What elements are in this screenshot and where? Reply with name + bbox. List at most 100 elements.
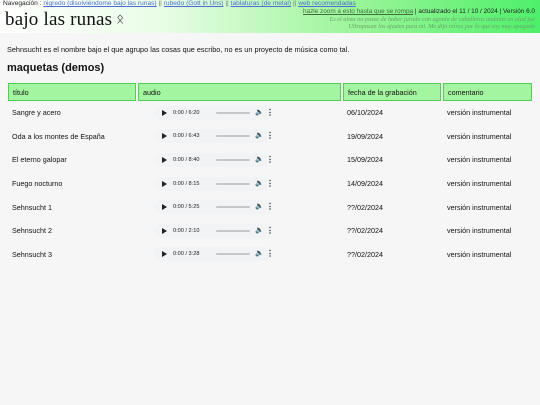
play-icon[interactable] xyxy=(162,109,167,116)
zoom-link[interactable]: hazle zoom a esto hasta que se rompa xyxy=(303,8,413,15)
volume-icon[interactable]: 🔈 xyxy=(255,180,264,188)
nav-link-nigredo[interactable]: nigredo (disolviéndome bajo las runas) xyxy=(43,0,156,7)
volume-icon[interactable]: 🔈 xyxy=(255,227,264,235)
audio-cell: 0:00 / 8:15 🔈 ⋮ xyxy=(138,172,341,196)
audio-cell: 0:00 / 6:43 🔈 ⋮ xyxy=(138,125,341,149)
audio-player[interactable]: 0:00 / 6:43 🔈 ⋮ xyxy=(154,129,274,144)
play-icon[interactable] xyxy=(162,156,167,163)
audio-progress-bar[interactable] xyxy=(216,158,250,161)
audio-cell: 0:00 / 8:40 🔈 ⋮ xyxy=(138,148,341,172)
song-title: Fuego nocturno xyxy=(12,179,63,189)
song-title: Sangre y acero xyxy=(12,108,61,118)
header-comment: comentario xyxy=(443,83,532,101)
recording-date: 06/10/2024 xyxy=(347,108,383,118)
audio-time: 0:00 / 6:20 xyxy=(173,109,200,116)
more-options-icon[interactable]: ⋮ xyxy=(266,131,274,140)
site-title: bajo las runas ᛟ xyxy=(5,9,124,31)
audio-cell: 0:00 / 6:20 🔈 ⋮ xyxy=(138,101,341,125)
table-row: Sehnsucht 1 0:00 / 5:25 🔈 ⋮ ??/02/2024 versió… xyxy=(8,195,532,219)
table-row: Sehnsucht 3 0:00 / 3:28 🔈 ⋮ ??/02/2024 versió… xyxy=(8,243,532,267)
volume-icon[interactable]: 🔈 xyxy=(255,132,264,140)
song-title: Sehnsucht 3 xyxy=(12,249,52,259)
audio-time: 0:00 / 3:28 xyxy=(173,251,200,258)
song-title: El eterno galopar xyxy=(12,155,67,165)
audio-progress-bar[interactable] xyxy=(216,206,250,209)
recording-date: 14/09/2024 xyxy=(347,179,383,189)
audio-time: 0:00 / 2:10 xyxy=(173,227,200,234)
more-options-icon[interactable]: ⋮ xyxy=(266,202,274,211)
song-comment: versión instrumental xyxy=(447,179,512,189)
more-options-icon[interactable]: ⋮ xyxy=(266,155,274,164)
demos-table: título audio fecha de la grabación comen… xyxy=(6,83,534,266)
song-comment: versión instrumental xyxy=(447,108,512,118)
section-title: maquetas (demos) xyxy=(7,62,105,74)
audio-player[interactable]: 0:00 / 6:20 🔈 ⋮ xyxy=(154,105,274,120)
volume-icon[interactable]: 🔈 xyxy=(255,109,264,117)
site-title-text: bajo las runas xyxy=(5,9,113,30)
intro-paragraph: Sehnsucht es el nombre bajo el que agrup… xyxy=(7,45,350,54)
more-options-icon[interactable]: ⋮ xyxy=(266,108,274,117)
audio-player[interactable]: 0:00 / 5:25 🔈 ⋮ xyxy=(154,200,274,215)
table-header-row: título audio fecha de la grabación comen… xyxy=(8,83,532,101)
song-comment: versión instrumental xyxy=(447,131,512,141)
header-banner: Navegación : nigredo (disolviéndome bajo… xyxy=(0,0,540,33)
recording-date: 15/09/2024 xyxy=(347,155,383,165)
play-icon[interactable] xyxy=(162,227,167,234)
audio-cell: 0:00 / 5:25 🔈 ⋮ xyxy=(138,195,341,219)
more-options-icon[interactable]: ⋮ xyxy=(266,249,274,258)
audio-progress-bar[interactable] xyxy=(216,135,250,138)
version-label: Versión 6.0 xyxy=(503,8,535,15)
volume-icon[interactable]: 🔈 xyxy=(255,203,264,211)
header-date: fecha de la grabación xyxy=(343,83,441,101)
song-title: Oda a los montes de España xyxy=(12,131,105,141)
recording-date: ??/02/2024 xyxy=(347,249,383,259)
nav-separator: || xyxy=(292,0,297,7)
recording-date: ??/02/2024 xyxy=(347,202,383,212)
header-quote-line-1: Es el alma no posee de haber jurado con … xyxy=(329,16,535,23)
play-icon[interactable] xyxy=(162,133,167,140)
audio-progress-bar[interactable] xyxy=(216,253,250,256)
song-comment: versión instrumental xyxy=(447,202,512,212)
audio-player[interactable]: 0:00 / 8:40 🔈 ⋮ xyxy=(154,152,274,167)
nav-link-tablaturas[interactable]: tablaturas (de metal) xyxy=(231,0,291,7)
volume-icon[interactable]: 🔈 xyxy=(255,250,264,258)
play-icon[interactable] xyxy=(162,204,167,211)
song-comment: versión instrumental xyxy=(447,155,512,165)
song-comment: versión instrumental xyxy=(447,249,512,259)
song-comment: versión instrumental xyxy=(447,226,512,236)
table-row: Sangre y acero 0:00 / 6:20 🔈 ⋮ 06/10/2024 ver… xyxy=(8,101,532,125)
nav-label: Navegación : xyxy=(3,0,42,7)
audio-progress-bar[interactable] xyxy=(216,111,250,114)
audio-cell: 0:00 / 2:10 🔈 ⋮ xyxy=(138,219,341,243)
song-title: Sehnsucht 2 xyxy=(12,226,52,236)
audio-progress-bar[interactable] xyxy=(216,182,250,185)
song-title: Sehnsucht 1 xyxy=(12,202,52,212)
header-quote-line-2: Ultrapasan los ajustes para mi. Me dijo … xyxy=(348,23,535,30)
audio-time: 0:00 / 8:15 xyxy=(173,180,200,187)
more-options-icon[interactable]: ⋮ xyxy=(266,226,274,235)
volume-icon[interactable]: 🔈 xyxy=(255,156,264,164)
table-row: Fuego nocturno 0:00 / 8:15 🔈 ⋮ 14/09/2024 ver… xyxy=(8,172,532,196)
nav-link-rubedo[interactable]: rubedo (Gott in Uns) xyxy=(164,0,224,7)
audio-player[interactable]: 0:00 / 8:15 🔈 ⋮ xyxy=(154,176,274,191)
header-audio: audio xyxy=(138,83,341,101)
nav-link-web-recomendadas[interactable]: web recomendadas xyxy=(298,0,356,7)
navigation-bar: Navegación : nigredo (disolviéndome bajo… xyxy=(3,0,356,7)
recording-date: 19/09/2024 xyxy=(347,131,383,141)
audio-progress-bar[interactable] xyxy=(216,229,250,232)
header-meta: hazle zoom a esto hasta que se rompa | a… xyxy=(302,8,535,15)
play-icon[interactable] xyxy=(162,180,167,187)
audio-time: 0:00 / 6:43 xyxy=(173,133,200,140)
audio-player[interactable]: 0:00 / 3:28 🔈 ⋮ xyxy=(154,247,274,262)
header-title: título xyxy=(8,83,136,101)
more-options-icon[interactable]: ⋮ xyxy=(266,179,274,188)
play-icon[interactable] xyxy=(162,251,167,258)
nav-separator: || xyxy=(158,0,162,7)
table-row: El eterno galopar 0:00 / 8:40 🔈 ⋮ 15/09/2024… xyxy=(8,148,532,172)
audio-player[interactable]: 0:00 / 2:10 🔈 ⋮ xyxy=(154,223,274,238)
audio-cell: 0:00 / 3:28 🔈 ⋮ xyxy=(138,243,341,267)
rune-icon: ᛟ xyxy=(116,11,125,26)
recording-date: ??/02/2024 xyxy=(347,226,383,236)
audio-time: 0:00 / 8:40 xyxy=(173,156,200,163)
nav-separator: || xyxy=(225,0,229,7)
